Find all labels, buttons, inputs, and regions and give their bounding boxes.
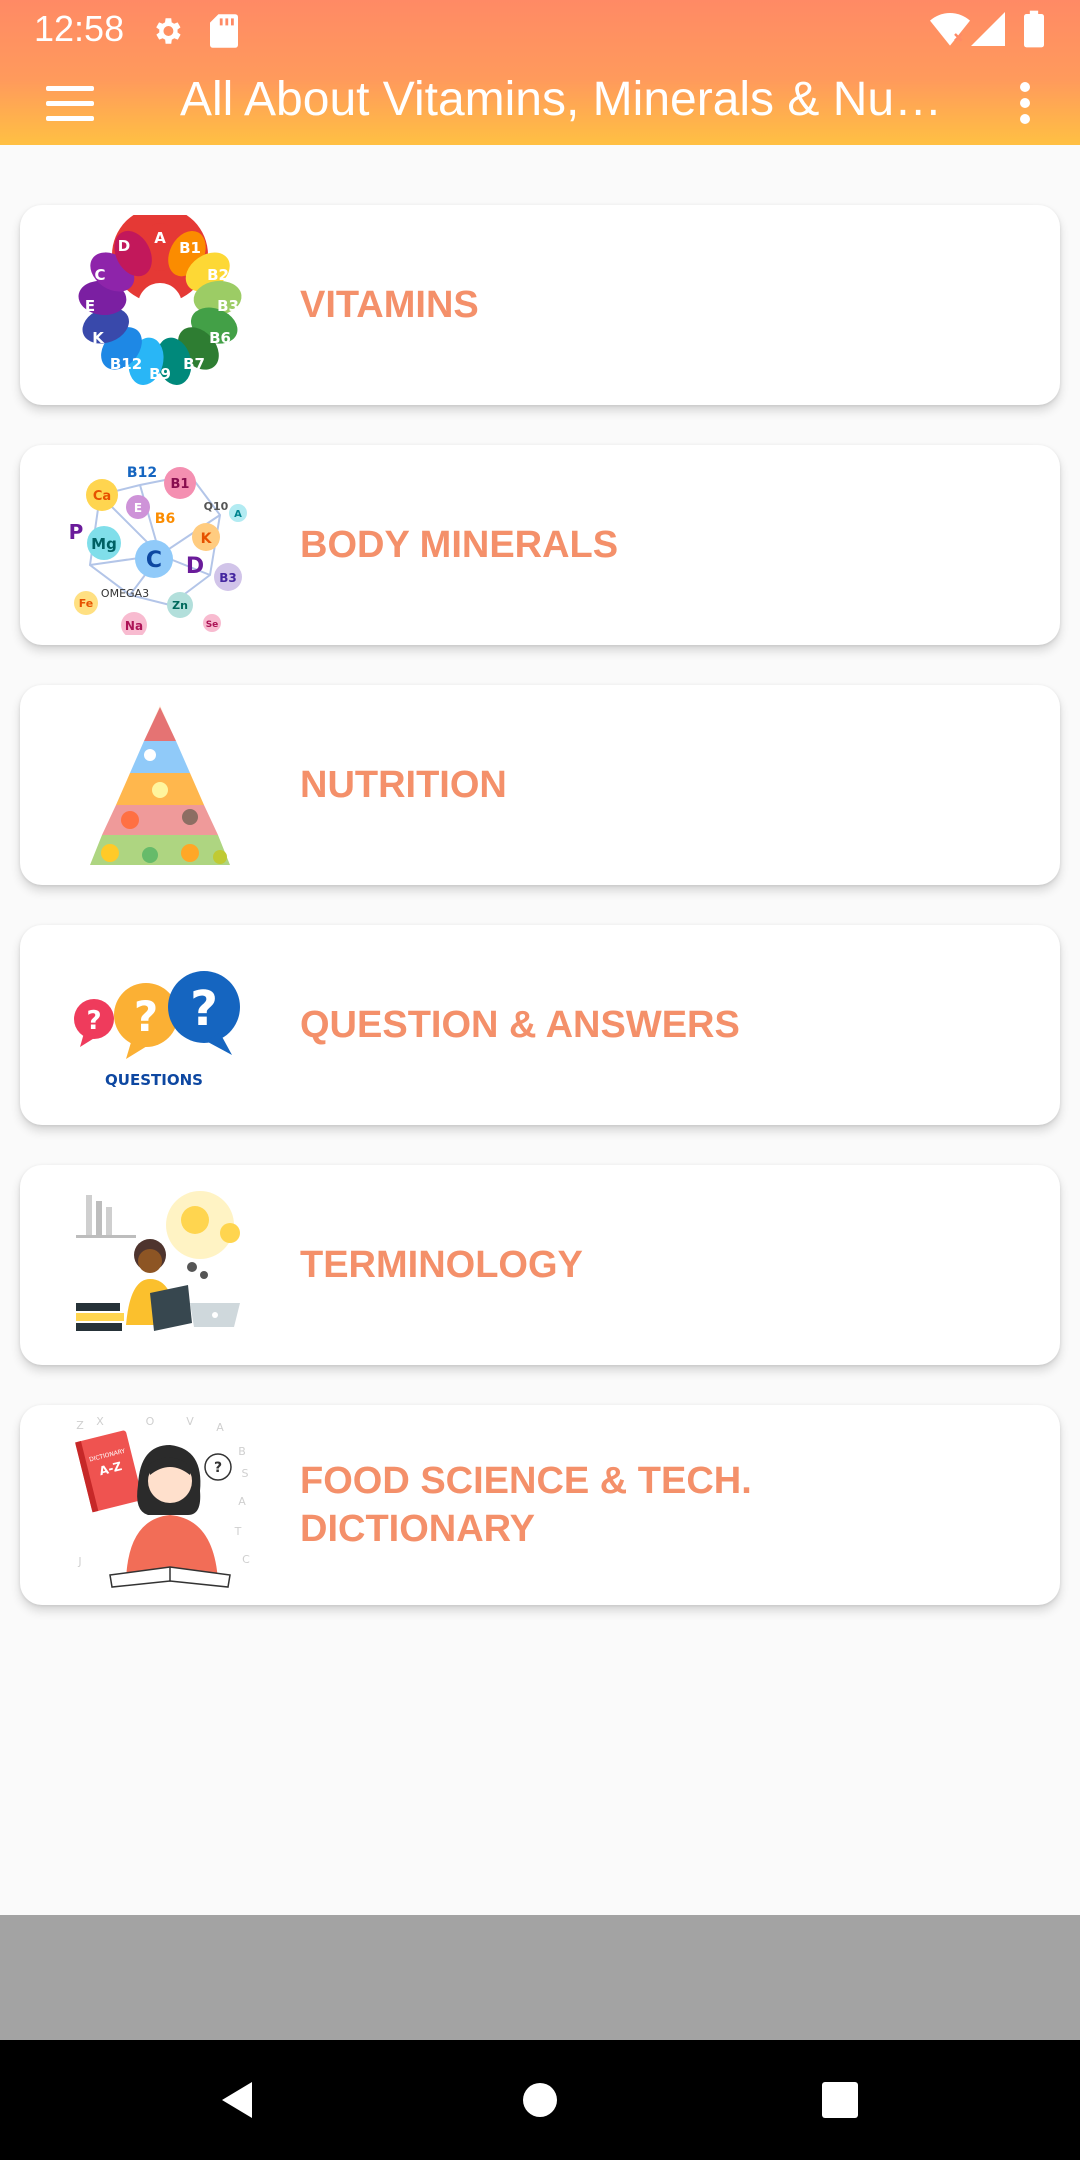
sd-card-icon [210, 14, 238, 48]
more-vert-icon[interactable] [1010, 82, 1040, 128]
vitamins-wheel-icon: A B1 B2 B3 B6 B7 B9 B12 K E C D [78, 215, 242, 385]
svg-text:B3: B3 [219, 571, 237, 585]
svg-text:X: X [96, 1415, 104, 1428]
category-label: NUTRITION [300, 764, 507, 806]
battery-icon [1024, 10, 1044, 48]
svg-text:B7: B7 [183, 355, 205, 373]
svg-text:P: P [70, 520, 83, 544]
svg-text:C: C [146, 548, 162, 573]
category-label: TERMINOLOGY [300, 1244, 583, 1286]
toolbar: All About Vitamins, Minerals & Nutrition [0, 60, 1080, 145]
svg-text:E: E [134, 501, 142, 515]
svg-text:B: B [238, 1445, 246, 1458]
app-title: All About Vitamins, Minerals & Nutrition [180, 73, 950, 126]
question-bubbles-icon: ? ? ? QUESTIONS [74, 971, 240, 1089]
wifi-icon [930, 13, 970, 46]
svg-text:Zn: Zn [172, 599, 188, 612]
svg-text:A: A [216, 1421, 224, 1434]
status-bar: 12:58 [0, 0, 1080, 60]
svg-text:?: ? [134, 992, 158, 1041]
hamburger-menu-icon[interactable] [46, 86, 94, 122]
svg-text:O: O [146, 1415, 155, 1428]
svg-text:A: A [238, 1495, 246, 1508]
category-label: VITAMINS [300, 284, 479, 326]
food-pyramid-icon [90, 705, 230, 865]
svg-text:T: T [234, 1525, 242, 1538]
svg-text:Q10: Q10 [204, 500, 229, 513]
svg-text:B6: B6 [209, 329, 231, 347]
svg-text:B3: B3 [217, 297, 239, 315]
svg-text:B1: B1 [179, 239, 201, 257]
home-icon[interactable] [510, 2070, 570, 2130]
category-card-terminology[interactable]: TERMINOLOGY [20, 1165, 1060, 1365]
svg-text:Z: Z [76, 1419, 84, 1432]
category-card-vitamins[interactable]: A B1 B2 B3 B6 B7 B9 B12 K E C D VITAMINS [20, 205, 1060, 405]
svg-text:A: A [234, 509, 242, 520]
svg-text:B12: B12 [110, 355, 142, 373]
category-card-body-minerals[interactable]: Ca B12 B1 E B6 Q10 A P Mg K C D B3 Fe OM… [20, 445, 1060, 645]
svg-text:?: ? [214, 1460, 222, 1476]
svg-text:D: D [186, 554, 204, 579]
svg-text:Mg: Mg [91, 535, 117, 553]
back-icon[interactable] [208, 2070, 268, 2130]
svg-text:D: D [118, 237, 130, 255]
svg-text:?: ? [86, 1006, 101, 1036]
svg-text:B9: B9 [149, 365, 171, 383]
svg-text:Fe: Fe [79, 597, 94, 610]
svg-text:V: V [186, 1415, 194, 1428]
svg-text:C: C [242, 1553, 250, 1566]
svg-text:E: E [85, 297, 95, 315]
reading-person-icon [76, 1191, 240, 1331]
status-time: 12:58 [34, 8, 125, 49]
system-nav-bar [0, 2040, 1080, 2160]
svg-text:K: K [92, 329, 105, 347]
app-header: 12:58 All About Vitamins, Minerals & Nut… [0, 0, 1080, 145]
settings-icon [156, 18, 181, 44]
category-card-question-answers[interactable]: ? ? ? QUESTIONS QUESTION & ANSWERS [20, 925, 1060, 1125]
svg-text:S: S [242, 1467, 249, 1480]
category-label: QUESTION & ANSWERS [300, 1004, 740, 1046]
svg-text:B12: B12 [127, 465, 157, 481]
svg-text:?: ? [190, 981, 218, 1037]
svg-text:Na: Na [125, 619, 143, 633]
signal-icon [971, 12, 1005, 46]
ad-banner-placeholder [0, 1915, 1080, 2040]
svg-text:A: A [154, 229, 166, 247]
category-label: BODY MINERALS [300, 524, 619, 566]
questions-caption: QUESTIONS [105, 1071, 203, 1089]
category-card-dictionary[interactable]: ZXO VAB SAT CJ DICTIONARY A-Z ? FOOD SCI… [20, 1405, 1060, 1605]
svg-text:B1: B1 [171, 477, 190, 492]
svg-text:OMEGA3: OMEGA3 [101, 587, 149, 600]
svg-text:B6: B6 [155, 511, 175, 527]
category-label: FOOD SCIENCE & TECH. DICTIONARY [300, 1460, 752, 1550]
category-card-nutrition[interactable]: NUTRITION [20, 685, 1060, 885]
category-list: A B1 B2 B3 B6 B7 B9 B12 K E C D VITAMINS [0, 145, 1080, 1915]
svg-text:B2: B2 [207, 266, 229, 284]
svg-text:C: C [94, 266, 105, 284]
svg-text:J: J [77, 1555, 81, 1568]
minerals-molecule-icon: Ca B12 B1 E B6 Q10 A P Mg K C D B3 Fe OM… [70, 465, 247, 635]
svg-text:Se: Se [206, 620, 219, 630]
recents-icon[interactable] [810, 2070, 870, 2130]
svg-text:K: K [201, 531, 213, 547]
dictionary-reader-icon: ZXO V AB SAT CJ DICTIONARY A-Z ? [75, 1415, 250, 1588]
svg-text:Ca: Ca [93, 489, 111, 504]
